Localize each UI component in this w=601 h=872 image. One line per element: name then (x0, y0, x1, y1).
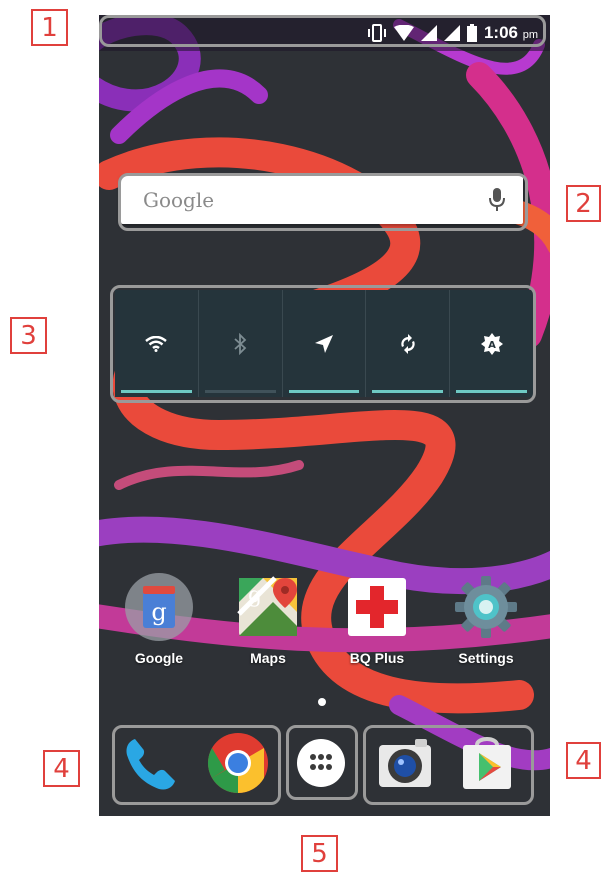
wifi-icon (145, 335, 168, 352)
toggle-indicator (456, 390, 527, 393)
camera-icon[interactable] (375, 735, 435, 791)
google-folder-icon: g (125, 573, 193, 641)
callout-1: 1 (31, 9, 68, 46)
phone-screen: 1:06 pm Google A g Google g Maps BQ Plus… (99, 15, 550, 816)
status-clock: 1:06 pm (484, 23, 538, 43)
status-bar: 1:06 pm (99, 15, 550, 51)
phone-icon[interactable] (121, 733, 181, 793)
auto-brightness-icon: A (480, 332, 503, 355)
sync-icon (401, 333, 415, 354)
app-drawer-icon[interactable] (295, 737, 347, 789)
battery-icon (466, 24, 477, 42)
toggle-sync[interactable] (366, 290, 451, 397)
callout-4-left: 4 (43, 750, 80, 787)
clock-ampm: pm (522, 29, 538, 41)
app-label: BQ Plus (349, 650, 405, 666)
settings-icon (455, 576, 517, 638)
app-label: Google (134, 650, 184, 666)
page-indicator (318, 698, 326, 706)
toggle-location[interactable] (283, 290, 367, 397)
callout-4-right: 4 (566, 742, 601, 779)
app-label: Maps (250, 650, 286, 666)
power-control-widget: A (115, 290, 533, 397)
wallpaper (99, 15, 550, 816)
app-label: Settings (458, 650, 514, 666)
signal-icon (443, 25, 460, 41)
toggle-indicator (121, 390, 192, 393)
play-store-icon[interactable] (457, 733, 517, 793)
bluetooth-icon (234, 332, 247, 355)
callout-3: 3 (10, 317, 47, 354)
wifi-icon (393, 25, 414, 41)
app-maps[interactable]: g Maps (218, 572, 318, 666)
svg-text:g: g (151, 598, 166, 626)
mic-icon[interactable] (489, 188, 505, 212)
callout-5: 5 (301, 835, 338, 872)
svg-text:g: g (248, 583, 262, 608)
vibrate-icon (367, 24, 386, 42)
maps-icon: g (237, 576, 297, 636)
app-settings[interactable]: Settings (436, 572, 536, 666)
toggle-brightness[interactable]: A (450, 290, 533, 397)
toggle-indicator (204, 390, 276, 393)
toggle-wifi[interactable] (115, 290, 199, 397)
toggle-indicator (372, 390, 444, 393)
chrome-icon[interactable] (206, 731, 270, 795)
app-bq-plus[interactable]: BQ Plus (327, 572, 427, 666)
location-icon (314, 334, 333, 353)
clock-time: 1:06 (483, 23, 518, 42)
callout-2: 2 (566, 185, 601, 222)
bq-plus-icon (348, 578, 406, 636)
svg-text:A: A (488, 340, 496, 351)
google-search-label: Google (143, 188, 215, 212)
toggle-bluetooth[interactable] (199, 290, 283, 397)
google-search-bar[interactable]: Google (121, 176, 523, 224)
app-google[interactable]: g Google (109, 572, 209, 666)
signal-icon (420, 25, 437, 41)
toggle-indicator (288, 390, 360, 393)
